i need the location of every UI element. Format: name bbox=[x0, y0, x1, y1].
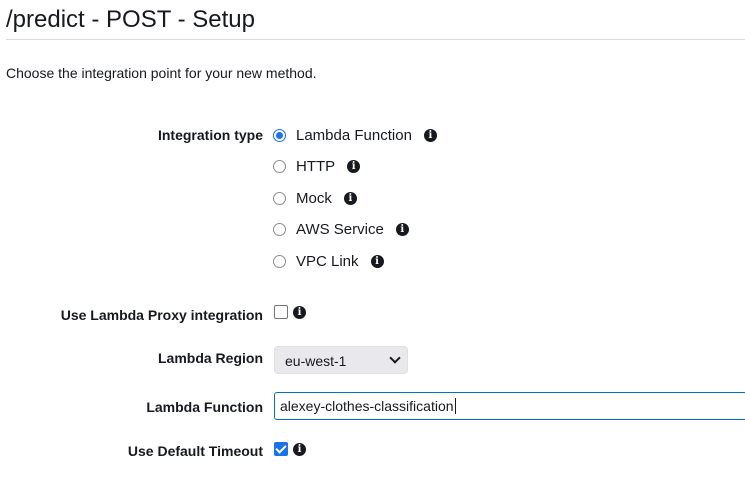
radio-button[interactable] bbox=[273, 159, 286, 173]
lambda-function-value: alexey-clothes-classification bbox=[280, 398, 454, 414]
info-icon[interactable]: i bbox=[293, 443, 306, 456]
radio-label: HTTP bbox=[296, 157, 336, 175]
radio-button[interactable] bbox=[273, 222, 286, 236]
radio-aws-service[interactable]: AWS Service i bbox=[273, 219, 409, 239]
lambda-region-select[interactable]: eu-west-1 bbox=[274, 346, 408, 374]
title-divider bbox=[6, 39, 745, 40]
radio-mock[interactable]: Mock i bbox=[273, 188, 357, 208]
info-icon[interactable]: i bbox=[395, 222, 409, 236]
info-icon[interactable]: i bbox=[343, 191, 357, 205]
lambda-proxy-label: Use Lambda Proxy integration bbox=[60, 307, 263, 323]
lambda-region-label: Lambda Region bbox=[157, 350, 263, 366]
radio-http[interactable]: HTTP i bbox=[273, 156, 361, 176]
radio-button[interactable] bbox=[273, 254, 286, 268]
radio-button[interactable] bbox=[273, 128, 286, 142]
radio-label: Mock bbox=[296, 189, 332, 207]
radio-label: VPC Link bbox=[296, 252, 359, 270]
info-icon[interactable]: i bbox=[293, 306, 306, 319]
chevron-down-icon bbox=[389, 352, 401, 364]
default-timeout-label: Use Default Timeout bbox=[127, 443, 263, 459]
page-description: Choose the integration point for your ne… bbox=[6, 65, 317, 81]
lambda-region-value: eu-west-1 bbox=[285, 353, 347, 369]
lambda-proxy-checkbox[interactable] bbox=[274, 305, 288, 319]
lambda-function-input[interactable]: alexey-clothes-classification bbox=[274, 392, 745, 420]
default-timeout-checkbox[interactable] bbox=[274, 442, 288, 456]
radio-label: Lambda Function bbox=[296, 126, 412, 144]
radio-lambda-function[interactable]: Lambda Function i bbox=[273, 125, 437, 145]
info-icon[interactable]: i bbox=[347, 159, 361, 173]
radio-button[interactable] bbox=[273, 191, 286, 205]
radio-vpc-link[interactable]: VPC Link i bbox=[273, 251, 384, 271]
page-title: /predict - POST - Setup bbox=[6, 6, 255, 33]
lambda-function-label: Lambda Function bbox=[146, 399, 263, 415]
integration-type-label: Integration type bbox=[157, 127, 263, 143]
info-icon[interactable]: i bbox=[370, 254, 384, 268]
text-caret bbox=[454, 398, 456, 414]
info-icon[interactable]: i bbox=[423, 128, 437, 142]
radio-label: AWS Service bbox=[296, 220, 384, 238]
